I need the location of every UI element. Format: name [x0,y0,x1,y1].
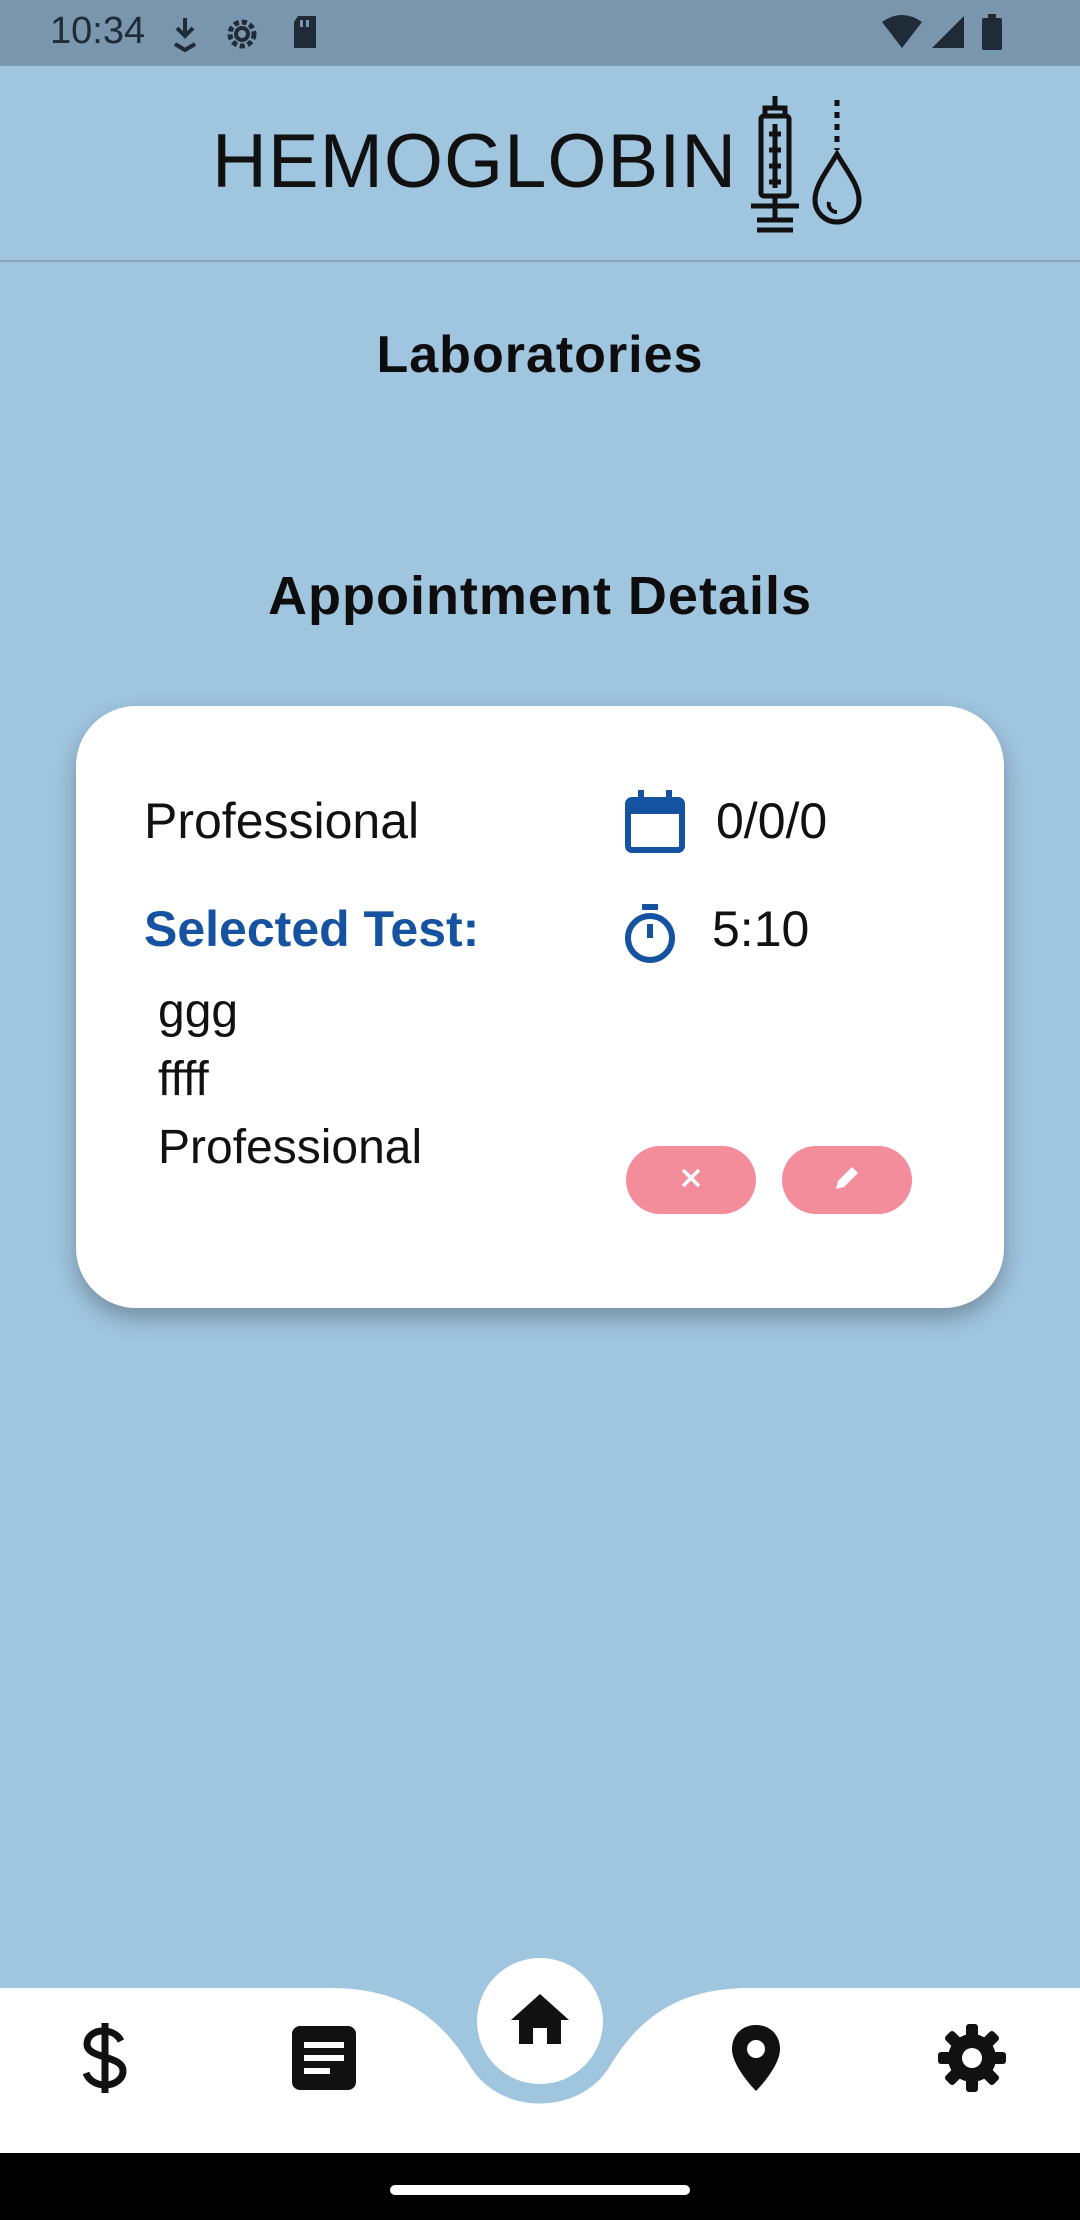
pencil-icon [832,1163,862,1198]
close-icon [680,1167,702,1194]
status-bar: 10:34 [0,0,1080,66]
signal-icon [930,14,966,55]
settings-gear-icon [938,2023,1006,2097]
gesture-home-handle[interactable] [390,2185,690,2195]
test-list: ggg ffff Professional [158,978,422,1182]
notes-icon [292,2025,356,2095]
battery-icon [980,14,1004,57]
nav-payments[interactable] [65,2020,145,2100]
provider-label: Professional [144,793,420,849]
home-icon [509,1992,571,2051]
nav-records[interactable] [284,2020,364,2100]
logo-text: HEMOGLOBIN [212,119,738,204]
settings-gear-icon [222,14,262,59]
list-item: ffff [158,1053,209,1106]
appointment-date: 0/0/0 [716,793,828,849]
dollar-icon [81,2022,129,2098]
app-header: HEMOGLOBIN [0,66,1080,262]
status-time: 10:34 [50,10,146,52]
selected-test-label: Selected Test: [144,901,480,957]
wifi-icon [880,14,924,55]
timer-icon [622,904,678,969]
cancel-appointment-button[interactable] [626,1146,756,1214]
appointment-time: 5:10 [712,901,810,957]
nav-home[interactable] [477,1958,603,2084]
sd-card-icon [290,14,320,55]
syringe-drop-icon [745,90,865,245]
nav-settings[interactable] [932,2020,1012,2100]
nav-locations[interactable] [716,2020,796,2100]
section-title: Appointment Details [267,566,813,626]
list-item: Professional [158,1121,423,1174]
calendar-icon [624,790,686,859]
appointment-card: Professional Selected Test: ggg ffff Pro… [76,706,1004,1308]
location-pin-icon [730,2023,782,2098]
page-title: Laboratories [376,326,704,384]
list-item: ggg [158,985,239,1038]
download-icon [168,14,202,59]
edit-appointment-button[interactable] [782,1146,912,1214]
